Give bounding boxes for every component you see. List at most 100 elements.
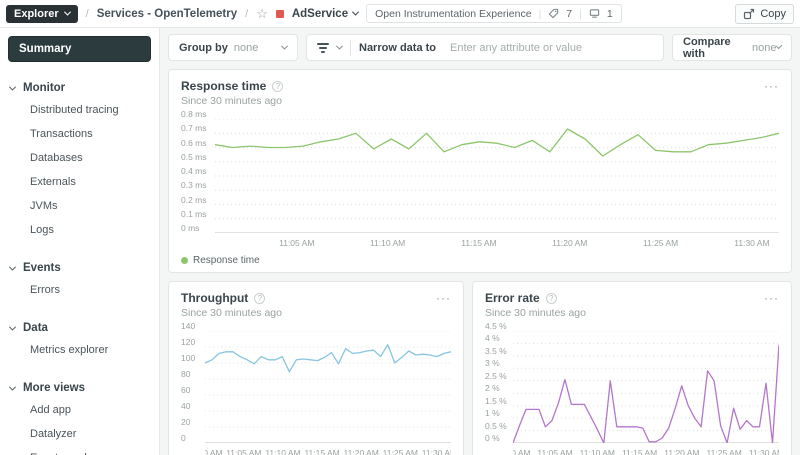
sidebar-section-more-views: More views Add app Datalyzer Events expl…: [8, 378, 151, 455]
sidebar-section-events: Events Errors: [8, 258, 151, 302]
narrow-data-label: Narrow data to: [359, 41, 437, 54]
x-tick-label: 11:10 AM: [265, 448, 301, 455]
group-by-label: Group by: [179, 41, 228, 54]
chevron-down-icon[interactable]: [335, 42, 344, 50]
y-tick-label: 0 %: [485, 433, 500, 443]
sidebar-item-metrics-explorer[interactable]: Metrics explorer: [8, 338, 151, 362]
sidebar-item-transactions[interactable]: Transactions: [8, 122, 151, 146]
breadcrumb[interactable]: Services - OpenTelemetry: [97, 8, 237, 20]
explorer-dropdown[interactable]: Explorer: [6, 4, 78, 23]
error-rate-plot: 4.5 % 4 % 3.5 % 3 % 2.5 % 2 % 1.5 % 1 % 0.5 % 0 %: [485, 321, 779, 443]
y-tick-label: 0.2 ms: [181, 194, 207, 205]
y-tick-label: 0 ms: [181, 223, 200, 233]
entity-dropdown[interactable]: AdService: [291, 7, 360, 20]
sidebar-item-logs[interactable]: Logs: [8, 218, 151, 242]
chart-menu-icon[interactable]: ···: [764, 79, 779, 93]
sidebar-item-databases[interactable]: Databases: [8, 146, 151, 170]
top-navigation-bar: Explorer / Services - OpenTelemetry / ☆ …: [0, 0, 800, 28]
sidebar-item-externals[interactable]: Externals: [8, 170, 151, 194]
compare-with-label: Compare with: [683, 35, 731, 60]
response-time-chart-card: Response time ? ··· Since 30 minutes ago…: [168, 69, 792, 273]
x-tick-label: 11:15 AM: [621, 448, 658, 455]
legend-dot: [181, 257, 188, 264]
y-tick-label: 0.1 ms: [181, 208, 207, 219]
x-tick-label: 11:25 AM: [382, 448, 418, 455]
x-tick-label: 11:05 AM: [537, 448, 573, 455]
throughput-plot: 140 120 100 80 60 40 20 0: [181, 321, 451, 443]
x-tick-label: 11:30 AM: [734, 238, 770, 248]
x-tick-label: 11:15 AM: [304, 448, 340, 455]
help-icon[interactable]: ?: [545, 292, 557, 304]
entity-name: AdService: [291, 7, 349, 20]
chart-plot[interactable]: [215, 119, 779, 233]
y-tick-label: 1.5 %: [485, 395, 507, 406]
chart-subtitle: Since 30 minutes ago: [181, 307, 282, 319]
instrumentation-pill[interactable]: Open Instrumentation Experience | 7 | 1: [366, 4, 622, 23]
sidebar-item-events-explorer[interactable]: Events explorer: [8, 446, 151, 455]
help-icon[interactable]: ?: [272, 80, 284, 92]
sidebar-section-header-data[interactable]: Data: [8, 318, 151, 338]
related-entities-count: 1: [606, 7, 613, 20]
sidebar-item-summary[interactable]: Summary: [8, 36, 151, 62]
throughput-chart-card: Throughput ? ··· Since 30 minutes ago 14…: [168, 281, 464, 455]
y-tick-label: 0.7 ms: [181, 123, 207, 134]
chart-menu-icon[interactable]: ···: [436, 291, 451, 305]
x-tick-label: 11:05 AM: [279, 238, 315, 248]
pill-divider: |: [538, 7, 542, 20]
sidebar-item-errors[interactable]: Errors: [8, 278, 151, 302]
y-tick-label: 3.5 %: [485, 345, 507, 356]
sidebar-item-jvms[interactable]: JVMs: [8, 194, 151, 218]
favorite-star-icon[interactable]: ☆: [256, 7, 268, 20]
filter-funnel-icon[interactable]: [317, 42, 329, 53]
chevron-down-icon: [8, 83, 17, 91]
x-tick-label: 11:10 AM: [369, 238, 406, 248]
chart-menu-icon[interactable]: ···: [764, 291, 779, 305]
x-tick-label: 11:25 AM: [642, 238, 679, 248]
y-tick-label: 0.6 ms: [181, 137, 207, 148]
help-icon[interactable]: ?: [254, 292, 266, 304]
group-by-dropdown[interactable]: Group by none: [168, 34, 298, 61]
error-rate-chart-card: Error rate ? ··· Since 30 minutes ago 4.…: [472, 281, 792, 455]
y-axis-labels: 140 120 100 80 60 40 20 0: [181, 321, 205, 443]
y-tick-label: 4 %: [485, 333, 500, 344]
y-axis-labels: 0.8 ms 0.7 ms 0.6 ms 0.5 ms 0.4 ms 0.3 ms 0.2 …: [181, 109, 215, 233]
chart-title: Throughput: [181, 291, 249, 305]
y-tick-label: 0.5 ms: [181, 151, 207, 162]
sidebar-section-header-more-views[interactable]: More views: [8, 378, 151, 398]
related-entities-icon: [589, 9, 600, 18]
sidebar-section-header-monitor[interactable]: Monitor: [8, 78, 151, 98]
chevron-down-icon: [8, 263, 17, 271]
x-tick-label: 11:30 AM: [421, 448, 451, 455]
compare-with-value: none: [752, 41, 777, 54]
y-tick-label: 4.5 %: [485, 321, 507, 331]
x-axis-labels: 11:05 AM 11:10 AM 11:15 AM 11:20 AM 11:25 AM…: [215, 236, 779, 251]
copy-link-icon: [744, 8, 755, 19]
chart-plot[interactable]: [205, 331, 451, 443]
y-tick-label: 120: [181, 337, 196, 347]
chevron-down-icon: [280, 42, 289, 50]
divider: [350, 39, 351, 56]
y-tick-label: 0.3 ms: [181, 180, 207, 191]
compare-with-dropdown[interactable]: Compare with none: [672, 34, 792, 61]
y-tick-label: 3 %: [485, 358, 500, 369]
sidebar-item-datalyzer[interactable]: Datalyzer: [8, 422, 151, 446]
y-tick-label: 40: [181, 401, 191, 411]
chart-plot[interactable]: [513, 331, 779, 443]
tags-count: 7: [566, 7, 573, 20]
chevron-down-icon: [8, 383, 17, 391]
section-label: Events: [23, 262, 61, 274]
sidebar-item-add-app[interactable]: Add app: [8, 398, 151, 422]
sidebar-section-header-events[interactable]: Events: [8, 258, 151, 278]
x-tick-label: 11:20 AM: [343, 448, 379, 455]
chevron-down-icon: [352, 8, 360, 16]
health-status-icon: [275, 9, 284, 18]
sidebar-item-distributed-tracing[interactable]: Distributed tracing: [8, 98, 151, 122]
narrow-data-input[interactable]: [450, 41, 653, 54]
copy-permalink-button[interactable]: Copy: [735, 3, 794, 24]
y-tick-label: 0.5 %: [485, 420, 507, 431]
chart-subtitle: Since 30 minutes ago: [485, 307, 586, 319]
chevron-down-icon: [63, 8, 71, 16]
x-tick-label: 11:25 AM: [706, 448, 742, 455]
chart-legend[interactable]: Response time: [181, 255, 779, 266]
y-axis-labels: 4.5 % 4 % 3.5 % 3 % 2.5 % 2 % 1.5 % 1 % 0.5 % 0 %: [485, 321, 513, 443]
